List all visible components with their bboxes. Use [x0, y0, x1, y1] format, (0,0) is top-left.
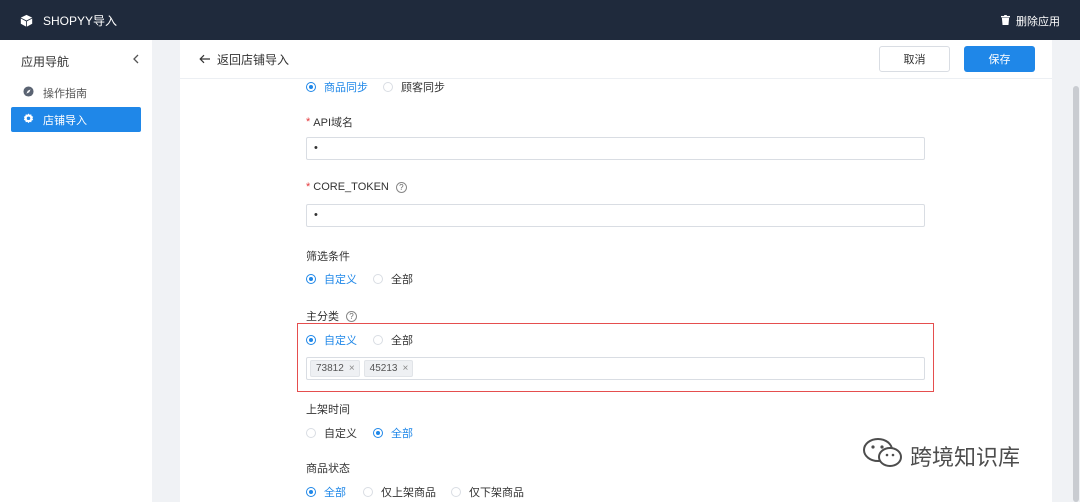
radio-filter-custom[interactable]: 自定义 [306, 271, 357, 287]
sidebar-item-guide[interactable]: 操作指南 [11, 80, 141, 105]
radio-filter-all[interactable]: 全部 [373, 271, 413, 287]
radio-dot [451, 487, 461, 497]
product-status-label: 商品状态 [306, 463, 350, 475]
radio-dot [363, 487, 373, 497]
radio-category-all[interactable]: 全部 [373, 332, 413, 348]
core-token-input[interactable]: • [306, 204, 925, 227]
watermark-text: 跨境知识库 [910, 446, 1021, 471]
tag-remove-icon[interactable]: × [349, 363, 355, 374]
tag-label: 45213 [369, 363, 398, 374]
app-title: SHOPYY导入 [43, 13, 118, 28]
required-asterisk: * [306, 116, 311, 128]
required-asterisk: * [306, 181, 311, 193]
radio-customer-sync[interactable]: 顾客同步 [383, 79, 445, 95]
back-link[interactable]: 返回店铺导入 [199, 51, 289, 68]
save-button[interactable]: 保存 [964, 46, 1035, 72]
radio-dot [306, 335, 316, 345]
radio-label: 仅上架商品 [381, 487, 436, 499]
radio-status-all[interactable]: 全部 [306, 484, 346, 500]
sidebar-item-store-import[interactable]: 店铺导入 [11, 107, 141, 132]
top-bar: SHOPYY导入 删除应用 [0, 0, 1080, 40]
wechat-icon [862, 436, 910, 476]
tag-remove-icon[interactable]: × [402, 363, 408, 374]
delete-app-button[interactable]: 删除应用 [1001, 13, 1060, 29]
radio-dot [306, 487, 316, 497]
gear-icon [23, 112, 43, 127]
sidebar-header: 应用导航 [21, 55, 70, 69]
main-category-label: 主分类 ? [306, 308, 357, 324]
field-label: API域名 [313, 117, 354, 129]
vertical-scrollbar[interactable] [1073, 86, 1079, 502]
cube-icon [20, 14, 33, 27]
radio-label: 自定义 [324, 274, 357, 286]
listing-time-label: 上架时间 [306, 404, 350, 416]
field-label: 主分类 [306, 311, 339, 323]
radio-label: 全部 [391, 335, 413, 347]
help-icon[interactable]: ? [395, 181, 407, 193]
trash-icon [1001, 14, 1016, 28]
help-icon[interactable]: ? [346, 310, 357, 322]
radio-dot [306, 274, 316, 284]
radio-label: 全部 [324, 487, 346, 499]
tag-label: 73812 [316, 363, 344, 374]
radio-listing-all[interactable]: 全部 [373, 425, 413, 441]
core-token-label: * CORE_TOKEN ? [306, 181, 407, 193]
radio-listing-custom[interactable]: 自定义 [306, 425, 357, 441]
radio-label: 自定义 [324, 335, 357, 347]
category-tag: 45213 × [363, 360, 414, 377]
chevron-left-icon[interactable] [130, 53, 142, 65]
sidebar: 应用导航 操作指南 店铺导入 [0, 40, 152, 502]
field-label: CORE_TOKEN [313, 181, 389, 193]
radio-dot [306, 82, 316, 92]
radio-dot [373, 335, 383, 345]
radio-label: 自定义 [324, 428, 357, 440]
radio-product-sync[interactable]: 商品同步 [306, 79, 368, 95]
watermark: 跨境知识库 [862, 436, 1020, 476]
radio-dot [373, 428, 383, 438]
api-domain-input[interactable]: • [306, 137, 925, 160]
radio-label: 顾客同步 [401, 82, 445, 94]
radio-label: 全部 [391, 274, 413, 286]
radio-dot [306, 428, 316, 438]
radio-category-custom[interactable]: 自定义 [306, 332, 357, 348]
compass-icon [23, 85, 43, 100]
sidebar-item-label: 店铺导入 [43, 114, 87, 127]
category-tags-input[interactable]: 73812 × 45213 × [306, 357, 925, 380]
radio-label: 全部 [391, 428, 413, 440]
radio-dot [373, 274, 383, 284]
filter-label: 筛选条件 [306, 251, 350, 263]
radio-dot [383, 82, 393, 92]
api-domain-label: * API域名 [306, 114, 353, 130]
radio-label: 仅下架商品 [469, 487, 524, 499]
sidebar-item-label: 操作指南 [43, 87, 87, 100]
cancel-button[interactable]: 取消 [879, 46, 950, 72]
radio-label: 商品同步 [324, 82, 368, 94]
delete-app-label: 删除应用 [1016, 16, 1060, 28]
arrow-left-icon [199, 53, 217, 67]
category-tag: 73812 × [310, 360, 360, 377]
radio-status-listed[interactable]: 仅上架商品 [363, 484, 436, 500]
radio-status-delisted[interactable]: 仅下架商品 [451, 484, 524, 500]
back-label: 返回店铺导入 [217, 53, 290, 67]
